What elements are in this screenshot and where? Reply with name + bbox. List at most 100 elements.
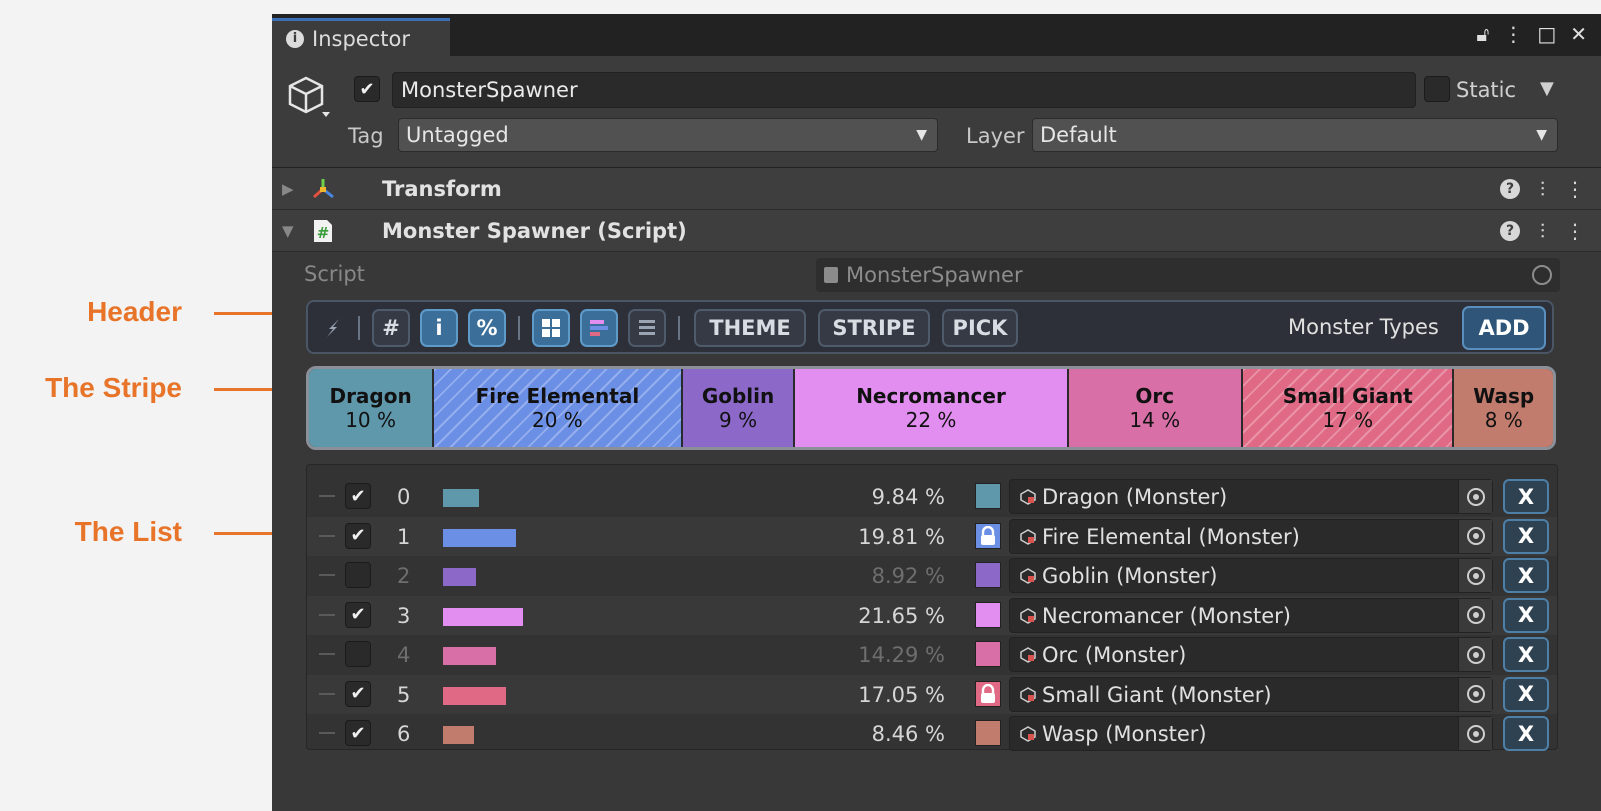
monster-object-field[interactable]: Goblin (Monster) — [1009, 558, 1493, 593]
monster-object-field[interactable]: Dragon (Monster) — [1009, 479, 1493, 514]
help-icon[interactable]: ? — [1500, 220, 1520, 241]
stripe-segment[interactable]: Goblin 9 % — [682, 369, 796, 447]
wrench-icon[interactable] — [316, 309, 352, 347]
color-swatch[interactable] — [975, 483, 1001, 509]
weight-percent[interactable]: 21.65 % — [858, 604, 945, 628]
preset-icon[interactable]: ⫶ — [1540, 177, 1545, 201]
bars-button[interactable] — [628, 309, 666, 347]
color-swatch[interactable] — [975, 641, 1001, 667]
more-icon[interactable]: ⋮ — [1565, 177, 1585, 201]
object-picker-icon[interactable] — [1458, 717, 1492, 750]
close-icon[interactable]: ✕ — [1570, 22, 1587, 46]
index-toggle-button[interactable]: # — [372, 309, 410, 347]
preset-icon[interactable]: ⫶ — [1540, 219, 1545, 243]
enabled-checkbox[interactable] — [345, 641, 371, 667]
weight-bar — [443, 489, 479, 507]
object-picker-icon[interactable] — [1458, 559, 1492, 592]
theme-button[interactable]: THEME — [694, 309, 806, 347]
lock-icon[interactable] — [975, 680, 1001, 707]
stripe-button[interactable]: STRIPE — [818, 309, 930, 347]
layer-dropdown[interactable]: Default ▼ — [1032, 118, 1558, 152]
grid-view-button[interactable] — [532, 309, 570, 347]
object-picker-icon[interactable] — [1458, 638, 1492, 671]
drag-handle-icon[interactable] — [319, 613, 335, 616]
drag-handle-icon[interactable] — [319, 653, 335, 655]
color-swatch[interactable] — [975, 720, 1001, 746]
script-field[interactable]: MonsterSpawner — [816, 258, 1560, 292]
name-field[interactable]: MonsterSpawner — [392, 72, 1416, 108]
remove-button[interactable]: X — [1503, 518, 1549, 554]
monster-object-field[interactable]: Orc (Monster) — [1009, 637, 1493, 672]
weight-percent[interactable]: 14.29 % — [858, 643, 945, 667]
stripe-segment[interactable]: Dragon 10 % — [309, 369, 435, 447]
stripe-segment[interactable]: Fire Elemental 20 % — [434, 369, 683, 447]
monster-object-name: Small Giant (Monster) — [1042, 682, 1272, 707]
enabled-checkbox[interactable]: ✔ — [345, 720, 371, 746]
monster-object-field[interactable]: Fire Elemental (Monster) — [1009, 518, 1493, 554]
color-swatch[interactable] — [975, 601, 1001, 628]
prefab-icon — [1020, 607, 1036, 624]
object-picker-icon[interactable] — [1532, 265, 1552, 285]
toolbar-title: Monster Types — [1288, 315, 1439, 339]
stripe-segment[interactable]: Wasp 8 % — [1454, 369, 1553, 447]
lock-icon[interactable]: 🔓︎ — [1476, 22, 1489, 46]
layer-label: Layer — [966, 124, 1025, 148]
remove-button[interactable]: X — [1503, 716, 1549, 751]
component-transform[interactable]: ▶ Transform ? ⫶ ⋮ — [272, 168, 1601, 210]
weight-percent[interactable]: 8.92 % — [872, 564, 945, 588]
drag-handle-icon[interactable] — [319, 574, 335, 576]
lock-icon[interactable] — [975, 522, 1001, 549]
remove-button[interactable]: X — [1503, 676, 1549, 712]
pick-button[interactable]: PICK — [942, 309, 1018, 347]
stripe-segment-name: Orc — [1135, 384, 1175, 408]
stripe-segment[interactable]: Orc 14 % — [1068, 369, 1244, 447]
help-icon[interactable]: ? — [1500, 178, 1520, 199]
weight-percent[interactable]: 8.46 % — [872, 722, 945, 746]
weight-percent[interactable]: 17.05 % — [858, 683, 945, 707]
active-checkbox[interactable]: ✔ — [354, 76, 380, 102]
item-index: 6 — [397, 722, 411, 746]
monster-object-field[interactable]: Small Giant (Monster) — [1009, 676, 1493, 712]
drag-handle-icon[interactable] — [319, 732, 335, 734]
drag-handle-icon[interactable] — [319, 495, 335, 497]
fold-arrow-icon[interactable]: ▼ — [282, 222, 294, 240]
stripe-segment-name: Wasp — [1473, 384, 1535, 408]
more-icon[interactable]: ⋮ — [1503, 22, 1523, 46]
enabled-checkbox[interactable]: ✔ — [345, 483, 371, 509]
drag-handle-icon[interactable] — [319, 692, 335, 695]
enabled-checkbox[interactable] — [345, 562, 371, 588]
add-button[interactable]: ADD — [1462, 306, 1546, 350]
component-monster-spawner[interactable]: ▼ # Monster Spawner (Script) ? ⫶ ⋮ — [272, 210, 1601, 252]
drag-handle-icon[interactable] — [319, 534, 335, 537]
maximize-icon[interactable]: □ — [1537, 22, 1556, 46]
color-bars-button[interactable] — [580, 309, 618, 347]
object-picker-icon[interactable] — [1458, 480, 1492, 513]
tab-inspector[interactable]: i Inspector — [272, 18, 450, 56]
enabled-checkbox[interactable]: ✔ — [345, 601, 371, 628]
static-checkbox[interactable] — [1424, 76, 1450, 102]
stripe-segment-percent: 22 % — [905, 408, 957, 432]
stripe-segment[interactable]: Necromancer 22 % — [795, 369, 1069, 447]
weight-percent[interactable]: 19.81 % — [858, 525, 945, 549]
static-dropdown-icon[interactable]: ▼ — [1540, 78, 1554, 99]
object-picker-icon[interactable] — [1458, 519, 1492, 553]
remove-button[interactable]: X — [1503, 479, 1549, 514]
info-toggle-button[interactable]: i — [420, 309, 458, 347]
object-picker-icon[interactable] — [1458, 598, 1492, 632]
tag-dropdown[interactable]: Untagged ▼ — [398, 118, 938, 152]
enabled-checkbox[interactable]: ✔ — [345, 680, 371, 707]
monster-object-field[interactable]: Wasp (Monster) — [1009, 716, 1493, 751]
monster-object-field[interactable]: Necromancer (Monster) — [1009, 597, 1493, 633]
stripe-segment[interactable]: Small Giant 17 % — [1243, 369, 1455, 447]
enabled-checkbox[interactable]: ✔ — [345, 522, 371, 549]
remove-button[interactable]: X — [1503, 597, 1549, 633]
gameobject-icon[interactable] — [284, 72, 332, 120]
remove-button[interactable]: X — [1503, 558, 1549, 593]
remove-button[interactable]: X — [1503, 637, 1549, 672]
object-picker-icon[interactable] — [1458, 677, 1492, 711]
fold-arrow-icon[interactable]: ▶ — [282, 180, 294, 198]
weight-percent[interactable]: 9.84 % — [872, 485, 945, 509]
percent-toggle-button[interactable]: % — [468, 309, 506, 347]
color-swatch[interactable] — [975, 562, 1001, 588]
more-icon[interactable]: ⋮ — [1565, 219, 1585, 243]
